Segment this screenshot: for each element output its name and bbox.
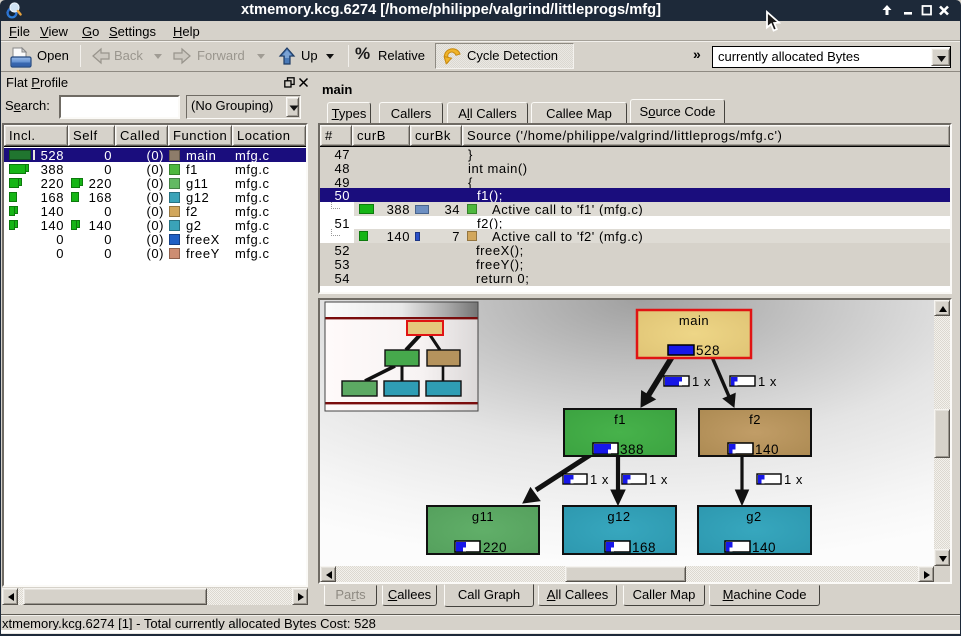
svg-text:1 x: 1 x — [590, 472, 609, 487]
svg-text:388: 388 — [620, 442, 644, 457]
svg-text:1 x: 1 x — [784, 472, 803, 487]
svg-text:g12: g12 — [607, 509, 630, 524]
svg-text:f1: f1 — [614, 412, 626, 427]
svg-text:140: 140 — [755, 442, 779, 457]
svg-text:140: 140 — [752, 540, 776, 555]
svg-text:f2: f2 — [749, 412, 761, 427]
svg-text:168: 168 — [632, 540, 656, 555]
svg-text:g11: g11 — [472, 509, 494, 524]
svg-text:1 x: 1 x — [758, 374, 777, 389]
svg-text:g2: g2 — [746, 509, 761, 524]
svg-text:1 x: 1 x — [692, 374, 711, 389]
svg-text:528: 528 — [696, 343, 720, 358]
svg-text:220: 220 — [483, 540, 507, 555]
svg-text:1 x: 1 x — [649, 472, 668, 487]
svg-text:main: main — [679, 313, 709, 328]
